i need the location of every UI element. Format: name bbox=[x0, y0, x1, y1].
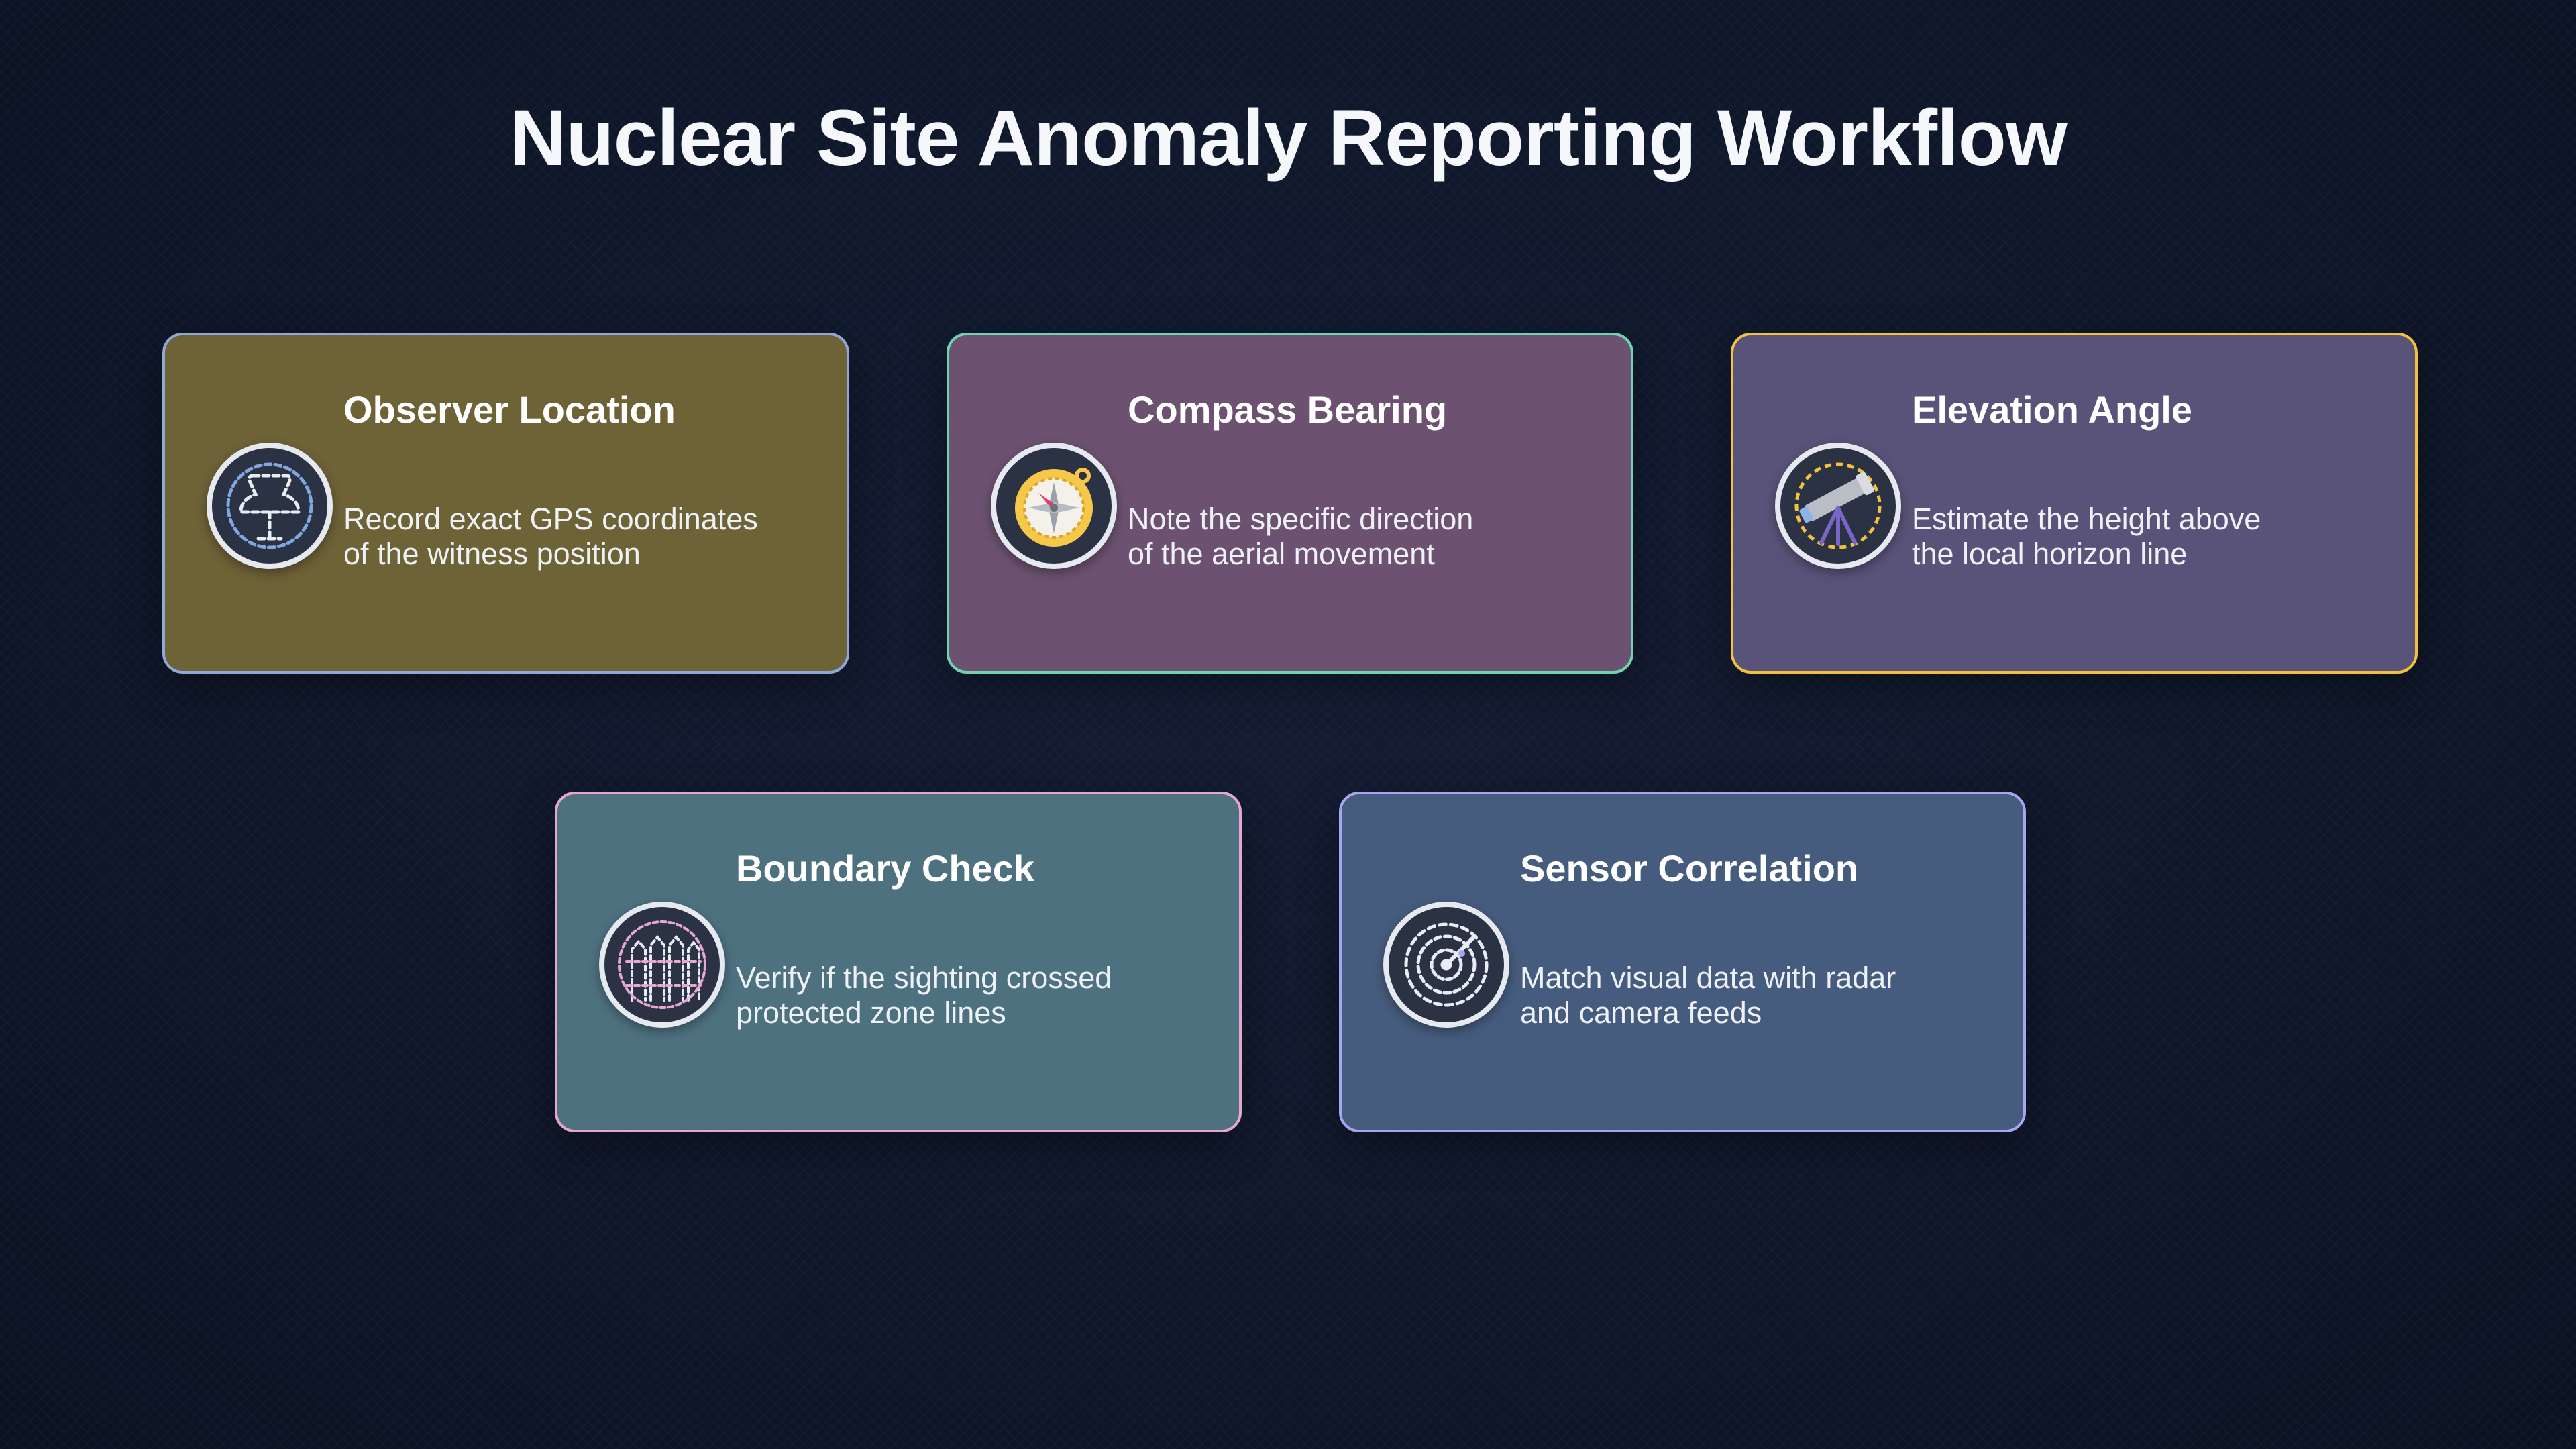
fence-icon bbox=[599, 902, 725, 1028]
map-pin-icon bbox=[207, 443, 333, 569]
step-card-observer-location: Observer Location Record exact GPS coord… bbox=[162, 333, 849, 674]
radar-icon bbox=[1383, 902, 1509, 1028]
card-heading: Elevation Angle bbox=[1912, 388, 2193, 431]
background-pattern bbox=[0, 0, 2576, 1449]
card-description: Note the specific direction of the aeria… bbox=[1128, 502, 1597, 572]
card-description: Verify if the sighting crossed protected… bbox=[736, 961, 1205, 1030]
card-description-line: Record exact GPS coordinates bbox=[343, 502, 758, 536]
card-heading: Compass Bearing bbox=[1128, 388, 1448, 431]
card-description: Match visual data with radar and camera … bbox=[1520, 961, 1990, 1030]
step-card-elevation-angle: Elevation Angle Estimate the height abov… bbox=[1731, 333, 2418, 674]
card-description-line: Match visual data with radar bbox=[1520, 961, 1896, 995]
telescope-icon bbox=[1775, 443, 1901, 569]
step-card-boundary-check: Boundary Check Verify if the sighting cr… bbox=[555, 792, 1242, 1132]
card-heading: Sensor Correlation bbox=[1520, 847, 1859, 890]
step-card-sensor-correlation: Sensor Correlation Match visual data wit… bbox=[1339, 792, 2026, 1132]
page-title: Nuclear Site Anomaly Reporting Workflow bbox=[509, 94, 2067, 182]
step-card-compass-bearing: Compass Bearing Note the specific direct… bbox=[947, 333, 1633, 674]
card-description-line: and camera feeds bbox=[1520, 996, 1762, 1030]
card-description: Estimate the height above the local hori… bbox=[1912, 502, 2381, 572]
card-description-line: the local horizon line bbox=[1912, 537, 2188, 571]
card-description-line: Note the specific direction bbox=[1128, 502, 1474, 536]
card-description-line: Verify if the sighting crossed bbox=[736, 961, 1112, 995]
card-description: Record exact GPS coordinates of the witn… bbox=[343, 502, 813, 572]
card-description-line: of the witness position bbox=[343, 537, 641, 571]
card-description-line: protected zone lines bbox=[736, 996, 1006, 1030]
card-description-line: Estimate the height above bbox=[1912, 502, 2261, 536]
card-heading: Boundary Check bbox=[736, 847, 1034, 890]
card-description-line: of the aerial movement bbox=[1128, 537, 1435, 571]
compass-icon bbox=[991, 443, 1117, 569]
card-heading: Observer Location bbox=[343, 388, 676, 431]
